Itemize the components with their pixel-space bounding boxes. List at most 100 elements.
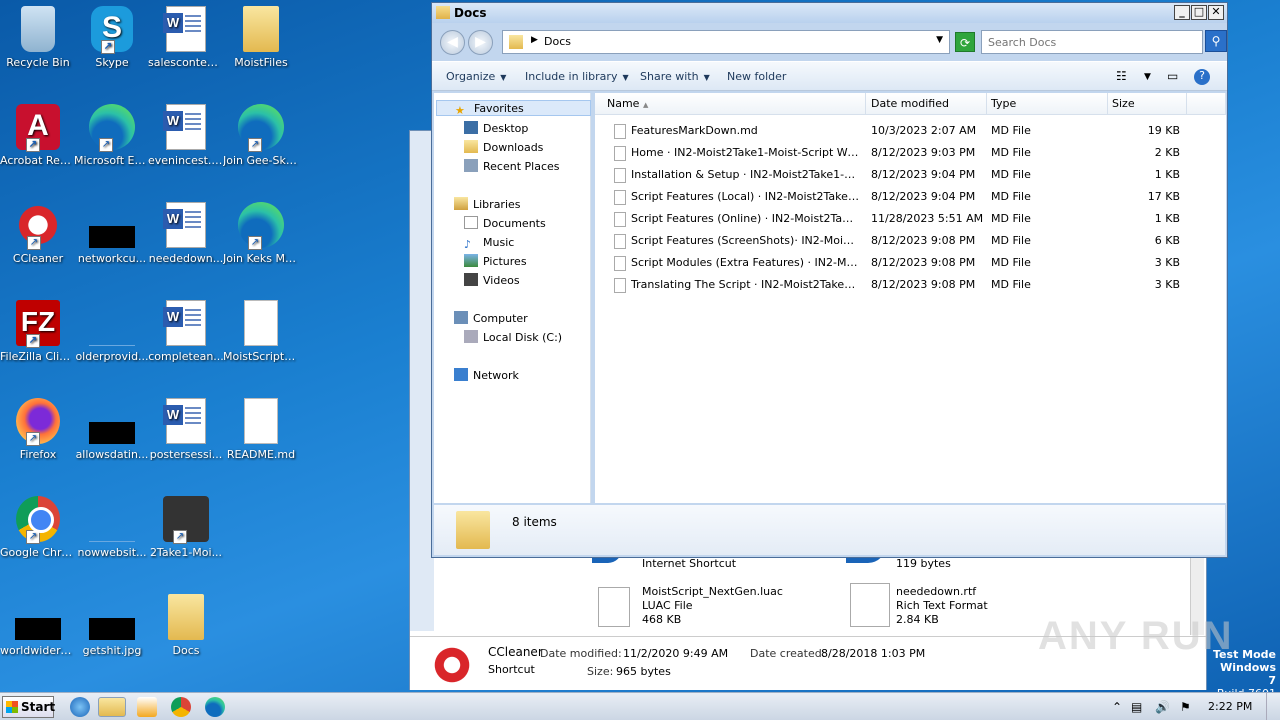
bw-file-name[interactable]: MoistScript_NextGen.luac	[642, 585, 783, 599]
new-folder-button[interactable]: New folder	[727, 70, 786, 83]
breadcrumb-arrow-icon[interactable]: ▶	[531, 35, 538, 45]
desktop-icon-join-keks-menu-disc[interactable]: ↗ Join Keks Menu Disc...	[223, 202, 299, 265]
desktop-icon-allowsdatin[interactable]: allowsdatin...	[74, 398, 150, 461]
desktop-icon-olderprovid[interactable]: olderprovid...	[74, 300, 150, 363]
forward-button[interactable]: ▶	[468, 30, 493, 55]
title-bar[interactable]: Docs _ □ ✕	[432, 3, 1227, 23]
address-bar[interactable]: ▶ Docs ▼	[502, 30, 950, 54]
explorer-taskbar-icon[interactable]	[98, 697, 126, 717]
column-header-date[interactable]: Date modified	[866, 93, 987, 115]
file-row[interactable]: Script Features (Local) · IN2-Moist2Take…	[595, 186, 1226, 208]
show-hidden-icons-icon[interactable]: ⌃	[1112, 700, 1122, 714]
desktop-icon-recycle-bin[interactable]: Recycle Bin	[0, 6, 76, 69]
nav-favorites[interactable]: ★ Favorites	[436, 100, 591, 117]
chrome-icon[interactable]	[171, 697, 191, 717]
desktop-icon-nowwebsit[interactable]: nowwebsit...	[74, 496, 150, 559]
file-row[interactable]: Script Features (Online) · IN2-Moist2Tak…	[595, 208, 1226, 230]
desktop-icon-getshit-jpg[interactable]: getshit.jpg	[74, 594, 150, 657]
start-button[interactable]: Start	[2, 696, 55, 718]
shortcut-arrow-icon: ↗	[101, 40, 115, 54]
file-name[interactable]: Script Modules (Extra Features) · IN2-Mo…	[631, 252, 859, 274]
desktop-icon-skype[interactable]: S ↗ Skype	[74, 6, 150, 69]
file-list[interactable]: Name ▲ Date modified Type Size FeaturesM…	[595, 93, 1226, 503]
back-button[interactable]: ◀	[440, 30, 465, 55]
desktop-icon-evenincest-rtf[interactable]: evenincest.rtf	[148, 104, 224, 167]
desktop-icon-firefox[interactable]: ↗ Firefox	[0, 398, 76, 461]
desktop-icon-ccleaner[interactable]: ↗ CCleaner	[0, 202, 76, 265]
file-name[interactable]: Home · IN2-Moist2Take1-Moist-Script Wiki…	[631, 142, 859, 164]
desktop-icon-readme-md[interactable]: README.md	[223, 398, 299, 461]
desktop-icon-2take1-moi[interactable]: ↗ 2Take1-Moi...	[148, 496, 224, 559]
desktop-icon-worldwidere[interactable]: worldwidere...	[0, 594, 76, 657]
file-row[interactable]: Script Modules (Extra Features) · IN2-Mo…	[595, 252, 1226, 274]
organize-menu[interactable]: Organize ▼	[446, 70, 506, 83]
desktop-icon-join-gee-skid-server-for[interactable]: ↗ Join Gee-Skid Server for ...	[223, 104, 299, 167]
nav-videos[interactable]: Videos	[464, 273, 520, 289]
action-center-icon[interactable]: ⚑	[1180, 700, 1191, 714]
chevron-down-icon[interactable]: ▼	[936, 35, 943, 45]
refresh-button[interactable]: ⟳	[955, 32, 975, 52]
media-player-icon[interactable]	[137, 697, 157, 717]
column-header-name[interactable]: Name ▲	[595, 93, 866, 115]
search-icon[interactable]: ⚲	[1205, 30, 1227, 52]
edge-icon[interactable]	[205, 697, 225, 717]
file-row[interactable]: Script Features (ScreenShots)· IN2-Moist…	[595, 230, 1226, 252]
breadcrumb[interactable]: Docs	[544, 35, 571, 48]
window-title: Docs	[454, 6, 487, 20]
internet-explorer-icon[interactable]	[70, 697, 90, 717]
bw-file-label[interactable]: Internet Shortcut	[642, 557, 736, 571]
maximize-button[interactable]: □	[1191, 5, 1207, 20]
minimize-button[interactable]: _	[1174, 5, 1190, 20]
explorer-window[interactable]: Docs _ □ ✕ ◀ ▶ ▶ Docs ▼ ⟳ ⚲ Organize▼ In…	[431, 2, 1228, 558]
file-name[interactable]: FeaturesMarkDown.md	[631, 120, 859, 142]
include-in-library-menu[interactable]: Include in library ▼	[525, 70, 629, 83]
file-type: MD File	[991, 190, 1031, 203]
column-header-type[interactable]: Type	[987, 93, 1108, 115]
nav-documents[interactable]: Documents	[464, 216, 546, 232]
nav-computer[interactable]: Computer	[454, 311, 528, 327]
desktop-icon-completean[interactable]: completean...	[148, 300, 224, 363]
nav-desktop[interactable]: Desktop	[464, 121, 528, 137]
search-input[interactable]	[982, 31, 1178, 53]
show-desktop-button[interactable]	[1266, 693, 1280, 720]
desktop-icon-moistfiles[interactable]: MoistFiles	[223, 6, 299, 69]
chevron-down-icon[interactable]: ▼	[1144, 72, 1162, 88]
file-name[interactable]: Script Features (ScreenShots)· IN2-Moist…	[631, 230, 859, 252]
desktop-icon-networkcu[interactable]: networkcu...	[74, 202, 150, 265]
file-name[interactable]: Script Features (Local) · IN2-Moist2Take…	[631, 186, 859, 208]
file-row[interactable]: FeaturesMarkDown.md 10/3/2023 2:07 AM MD F…	[595, 120, 1226, 142]
desktop-icon-salesconten[interactable]: salesconten...	[148, 6, 224, 69]
network-tray-icon[interactable]: ▤	[1131, 700, 1142, 714]
file-name[interactable]: Installation & Setup · IN2-Moist2Take1-M…	[631, 164, 859, 186]
close-button[interactable]: ✕	[1208, 5, 1224, 20]
desktop-icon-acrobat-reader-dc[interactable]: A↗ Acrobat Reader DC	[0, 104, 76, 167]
bw-file-name[interactable]: neededown.rtf	[896, 585, 976, 599]
view-options-icon[interactable]: ☷	[1116, 69, 1134, 85]
nav-downloads[interactable]: Downloads	[464, 140, 543, 156]
desktop-icon-moistscript[interactable]: MoistScript_...	[223, 300, 299, 363]
file-row[interactable]: Translating The Script · IN2-Moist2Take1…	[595, 274, 1226, 296]
desktop-icon-filezilla-client[interactable]: FZ ↗ FileZilla Client	[0, 300, 76, 363]
desktop-icon-google-chrome[interactable]: ↗ Google Chrome	[0, 496, 76, 559]
clock[interactable]: 2:22 PM	[1208, 700, 1252, 713]
volume-icon[interactable]: 🔊	[1155, 700, 1170, 714]
help-icon[interactable]: ?	[1194, 69, 1210, 85]
desktop-icon-microsoft-edge[interactable]: ↗ Microsoft Edge	[74, 104, 150, 167]
desktop-icon-docs[interactable]: Docs	[148, 594, 224, 657]
nav-libraries[interactable]: Libraries	[454, 197, 521, 213]
file-row[interactable]: Home · IN2-Moist2Take1-Moist-Script Wiki…	[595, 142, 1226, 164]
nav-local-disk[interactable]: Local Disk (C:)	[464, 330, 562, 346]
preview-pane-icon[interactable]: ▭	[1167, 69, 1185, 85]
file-name[interactable]: Script Features (Online) · IN2-Moist2Tak…	[631, 208, 859, 230]
nav-recent-places[interactable]: Recent Places	[464, 159, 560, 175]
file-name[interactable]: Translating The Script · IN2-Moist2Take1…	[631, 274, 859, 296]
desktop-icon-postersessi[interactable]: postersessi...	[148, 398, 224, 461]
nav-music[interactable]: ♪ Music	[464, 235, 514, 251]
nav-pictures[interactable]: Pictures	[464, 254, 527, 270]
search-box[interactable]	[981, 30, 1203, 54]
desktop-icon-neededown[interactable]: neededown...	[148, 202, 224, 265]
nav-network[interactable]: Network	[454, 368, 519, 384]
share-with-menu[interactable]: Share with ▼	[640, 70, 710, 83]
file-row[interactable]: Installation & Setup · IN2-Moist2Take1-M…	[595, 164, 1226, 186]
column-header-size[interactable]: Size	[1108, 93, 1187, 115]
